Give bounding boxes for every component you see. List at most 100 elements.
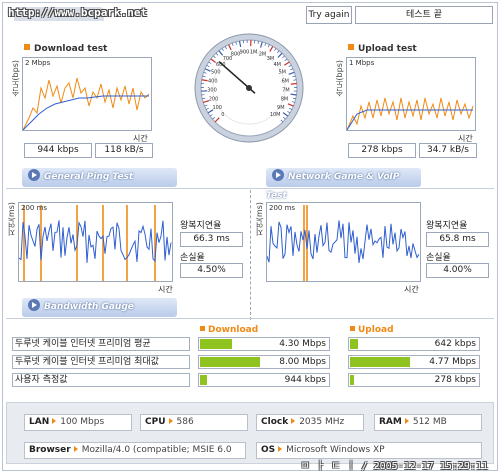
- section-divider: [6, 318, 494, 319]
- gauge-tick: [290, 82, 297, 85]
- bandwidth-download-track: 944 kbps: [198, 373, 330, 387]
- download-scale: 2 Mbps: [25, 59, 51, 67]
- lan-label: LAN: [29, 417, 50, 427]
- bandwidth-upload-track: 4.77 Mbps: [348, 355, 480, 369]
- bandwidth-download-track: 8.00 Mbps: [198, 355, 330, 369]
- lan-value: 100 Mbps: [60, 417, 105, 427]
- upload-orange-series: [347, 97, 474, 130]
- arrow-right-icon: [52, 418, 57, 424]
- game-x-label: 시간: [404, 285, 419, 294]
- ram-info: RAM 512 MB: [374, 414, 482, 431]
- gauge-tick-label: 2M: [259, 52, 267, 58]
- game-rtt-label: 왕복지연율: [426, 221, 468, 231]
- game-loss-value: 4.00%: [426, 263, 489, 278]
- try-again-button[interactable]: Try again: [306, 6, 352, 24]
- ping-graph: 200 ms: [18, 202, 173, 282]
- vertical-dashed-divider: [250, 190, 251, 320]
- gauge-hub: [246, 85, 252, 91]
- bandwidth-upload-value: 4.77 Mbps: [429, 357, 476, 367]
- download-orange-series: [23, 77, 150, 130]
- bandwidth-download-bar: [200, 339, 232, 349]
- os-value: Microsoft Windows XP: [286, 445, 385, 455]
- game-scale: 200 ms: [269, 204, 296, 212]
- bandwidth-download-value: 8.00 Mbps: [279, 357, 326, 367]
- download-y-label: 속도(bps): [11, 60, 20, 97]
- game-rtt-value: 65.8 ms: [426, 232, 489, 247]
- cpu-label: CPU: [145, 417, 166, 427]
- bandwidth-download-bar: [200, 357, 260, 367]
- browser-label: Browser: [29, 445, 71, 455]
- ping-x-label: 시간: [158, 285, 173, 294]
- play-circle-icon: [28, 299, 40, 311]
- ping-graph-svg: [19, 205, 172, 281]
- gauge-tick-label: 500: [211, 70, 221, 76]
- bandwidth-upload-header: Upload: [350, 325, 394, 335]
- arrow-right-icon: [73, 446, 78, 452]
- clock-info: Clock 2035 MHz: [256, 414, 364, 431]
- clock-value: 2035 MHz: [299, 417, 345, 427]
- test-status-field: 테스트 끝: [355, 6, 493, 24]
- download-graph: 2 Mbps: [22, 57, 152, 131]
- ping-rtt-label: 왕복지연율: [180, 221, 222, 231]
- ping-loss-label: 손실율: [180, 253, 205, 263]
- gauge-tick-label: 4M: [273, 62, 281, 68]
- bandwidth-gauge-banner: Bandwidth Gauge: [22, 298, 177, 317]
- play-circle-icon: [272, 169, 284, 181]
- os-label: OS: [261, 445, 276, 455]
- bandwidth-download-bar: [200, 375, 207, 385]
- download-rate-value: 944 kbps: [24, 143, 92, 158]
- game-y-label: 지연(ms): [255, 202, 264, 237]
- gauge-tick-label: 100: [212, 105, 222, 111]
- browser-info: Browser Mozilla/4.0 (compatible; MSIE 6.0: [24, 442, 246, 459]
- bandwidth-download-header: Download: [200, 325, 258, 335]
- gauge-tick-label: 0: [221, 112, 224, 118]
- bandwidth-download-value: 4.30 Mbps: [279, 339, 326, 349]
- upload-y-label: 속도(bps): [335, 60, 344, 97]
- gauge-tick-label: 400: [208, 78, 218, 84]
- game-graph-svg: [267, 205, 420, 281]
- cpu-info: CPU 586: [140, 414, 248, 431]
- gauge-tick-label: 5M: [278, 70, 286, 76]
- bandwidth-upload-value: 642 kbps: [434, 339, 476, 349]
- network-game-voip-banner: Network Game & VoIP Test: [266, 168, 421, 201]
- download-bytes-value: 118 kB/s: [95, 143, 153, 158]
- bandwidth-download-track: 4.30 Mbps: [198, 337, 330, 351]
- speed-gauge-svg: 0100200300400500600700800 900 1M 2M3M4M5M6M…: [194, 33, 304, 143]
- gauge-tick-label: 8M: [281, 97, 289, 103]
- browser-value: Mozilla/4.0 (compatible; MSIE 6.0: [81, 445, 232, 455]
- watermark-url: http://www.bcpark.net: [8, 6, 148, 19]
- arrow-right-icon: [404, 418, 409, 424]
- bandwidth-upload-bar: [350, 357, 410, 367]
- bandwidth-upload-bar: [350, 375, 354, 385]
- upload-scale: 1 Mbps: [349, 59, 375, 67]
- gauge-tick-label: 6M: [281, 78, 289, 84]
- gauge-tick-label: 10M: [270, 112, 281, 118]
- bandwidth-download-value: 944 kbps: [284, 375, 326, 385]
- arrow-right-icon: [291, 418, 296, 424]
- gauge-tick-label: 900: [240, 49, 250, 55]
- play-circle-icon: [28, 169, 40, 181]
- ping-loss-value: 4.50%: [180, 263, 243, 278]
- gauge-tick-label: 1M: [250, 49, 258, 55]
- download-graph-svg: [23, 77, 150, 130]
- latency-series: [267, 220, 420, 263]
- ping-y-label: 지연(ms): [7, 202, 16, 237]
- gauge-tick-label: 300: [207, 88, 217, 94]
- ping-scale: 200 ms: [21, 204, 48, 212]
- gauge-tick-label: 9M: [277, 105, 285, 111]
- ram-value: 512 MB: [412, 417, 447, 427]
- game-loss-label: 손실율: [426, 253, 451, 263]
- section-divider: [6, 188, 494, 189]
- upload-rate-value: 278 kbps: [348, 143, 416, 158]
- upload-bytes-value: 34.7 kB/s: [419, 143, 477, 158]
- gauge-tick-label: 3M: [267, 56, 275, 62]
- general-ping-test-label: General Ping Test: [44, 172, 134, 182]
- clock-label: Clock: [261, 417, 289, 427]
- bandwidth-row-label: 두루넷 케이블 인터넷 프리미엄 최대값: [12, 355, 190, 369]
- general-ping-test-banner: General Ping Test: [22, 168, 177, 187]
- bandwidth-upload-track: 278 kbps: [348, 373, 480, 387]
- ping-rtt-value: 66.3 ms: [180, 232, 243, 247]
- bandwidth-upload-track: 642 kbps: [348, 337, 480, 351]
- bandwidth-gauge-label: Bandwidth Gauge: [44, 302, 134, 312]
- arrow-right-icon: [168, 418, 173, 424]
